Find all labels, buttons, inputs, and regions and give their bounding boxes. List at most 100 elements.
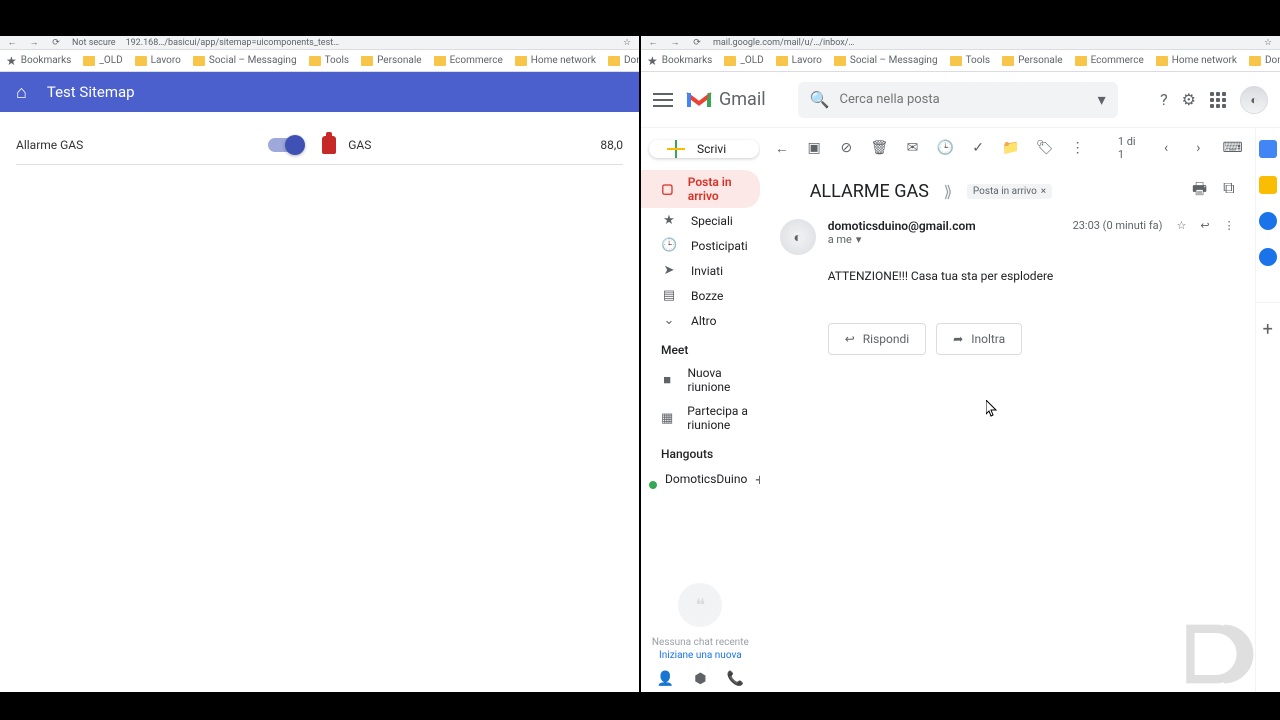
more-icon[interactable]: ⋮ <box>1224 219 1235 232</box>
contacts-icon[interactable] <box>1259 248 1277 266</box>
forward-icon[interactable]: → <box>669 37 681 49</box>
sidebar-item-inbox[interactable]: ▢Posta in arrivo <box>641 170 760 208</box>
unread-icon[interactable]: ✉ <box>904 140 920 156</box>
sidebar-item-snoozed[interactable]: 🕒Posticipati <box>641 233 760 258</box>
support-icon[interactable]: ? <box>1160 90 1168 109</box>
sidebar-item-more[interactable]: ⌄Altro <box>641 308 760 333</box>
forward-icon: ➦ <box>953 332 963 346</box>
print-icon[interactable]: 🖶 <box>1192 178 1207 205</box>
bookmark-folder[interactable]: Domoticsduino <box>608 55 641 66</box>
chat-placeholder-icon: ❝ <box>678 583 722 627</box>
important-marker-icon[interactable]: ⟫ <box>939 182 957 201</box>
archive-icon[interactable]: ▣ <box>806 140 822 156</box>
star-icon[interactable]: ☆ <box>1262 37 1274 49</box>
sender-row: ◐ domoticsduino@gmail.com a me▾ 23:03 (0… <box>760 213 1255 261</box>
search-input[interactable] <box>840 92 1088 107</box>
back-icon[interactable]: ← <box>774 140 790 157</box>
spam-icon[interactable]: ⊘ <box>838 140 854 156</box>
gmail-brand-text: Gmail <box>719 89 766 110</box>
bookmark-folder[interactable]: Lavoro <box>776 55 822 66</box>
bookmarks-root[interactable]: ★Bookmarks <box>647 54 712 68</box>
person-icon[interactable]: 👤 <box>657 671 674 687</box>
open-new-window-icon[interactable]: ⧉ <box>1223 178 1234 205</box>
search-icon[interactable]: 🔍 <box>810 90 830 109</box>
prev-icon[interactable]: ‹ <box>1158 140 1174 156</box>
draft-icon: ▤ <box>661 288 677 303</box>
move-icon[interactable]: 📁 <box>1002 140 1019 156</box>
alarm-toggle[interactable] <box>268 138 302 152</box>
chevron-down-icon[interactable]: ▾ <box>856 233 862 246</box>
bookmark-folder[interactable]: Tools <box>309 55 349 66</box>
sidebar-item-join-meeting[interactable]: ▦Partecipa a riunione <box>641 399 760 437</box>
address-bar-right[interactable]: mail.google.com/mail/u/…/inbox/… <box>713 38 1252 48</box>
forward-button[interactable]: ➦Inoltra <box>936 323 1022 355</box>
label-icon[interactable]: 🏷 <box>1036 140 1054 156</box>
side-panel: + <box>1255 128 1280 692</box>
keep-icon[interactable] <box>1259 176 1277 194</box>
sidebar-footer: 👤 ⬢ 📞 <box>641 661 760 692</box>
forward-icon[interactable]: → <box>28 37 40 49</box>
hangout-user-row[interactable]: DomoticsDuino + <box>641 465 760 493</box>
reload-icon[interactable]: ⟳ <box>691 37 703 49</box>
gear-icon[interactable]: ⚙ <box>1182 90 1196 109</box>
sidebar-item-drafts[interactable]: ▤Bozze <box>641 283 760 308</box>
account-avatar[interactable]: ◐ <box>1240 86 1268 114</box>
search-options-icon[interactable]: ▾ <box>1098 90 1106 109</box>
sender-avatar[interactable]: ◐ <box>780 219 816 255</box>
next-icon[interactable]: › <box>1190 140 1206 156</box>
star-icon[interactable]: ☆ <box>621 37 633 49</box>
star-message-icon[interactable]: ☆ <box>1176 219 1186 232</box>
hangout-user-name: DomoticsDuino <box>665 472 747 486</box>
bookmark-folder[interactable]: Personale <box>1002 55 1063 66</box>
more-icon[interactable]: ⋮ <box>1070 140 1086 156</box>
bookmark-folder[interactable]: Lavoro <box>135 55 181 66</box>
phone-icon[interactable]: 📞 <box>726 671 743 687</box>
bookmark-folder[interactable]: Domoticsduino <box>1249 55 1280 66</box>
bookmark-folder[interactable]: Personale <box>361 55 422 66</box>
message-body: ATTENZIONE!!! Casa tua sta per esplodere <box>760 261 1255 303</box>
compose-button[interactable]: Scrivi <box>649 140 759 158</box>
back-icon[interactable]: ← <box>647 37 659 49</box>
label-chip[interactable]: Posta in arrivo× <box>967 184 1052 199</box>
sidebar-item-sent[interactable]: ➤Inviati <box>641 258 760 283</box>
sender-email[interactable]: domoticsduino@gmail.com <box>828 219 1061 233</box>
bookmark-folder[interactable]: _OLD <box>724 55 763 66</box>
apps-grid-icon[interactable] <box>1210 92 1226 108</box>
tasks-icon[interactable] <box>1259 212 1277 230</box>
input-tools-icon[interactable]: ⌨ <box>1223 140 1241 156</box>
menu-icon[interactable] <box>653 93 673 107</box>
gas-cylinder-icon <box>322 136 336 154</box>
reply-button[interactable]: ↩Rispondi <box>828 323 926 355</box>
start-chat-link[interactable]: Iniziane una nuova <box>651 650 750 661</box>
bookmark-folder[interactable]: Home network <box>515 55 596 66</box>
reply-icon[interactable]: ↩ <box>1200 219 1209 232</box>
bookmarks-root[interactable]: ★Bookmarks <box>6 54 71 68</box>
bookmark-folder[interactable]: Home network <box>1156 55 1237 66</box>
bookmark-folder[interactable]: Tools <box>950 55 990 66</box>
bookmark-folder[interactable]: _OLD <box>83 55 122 66</box>
back-icon[interactable]: ← <box>6 37 18 49</box>
bookmark-folder[interactable]: Social – Messaging <box>834 55 938 66</box>
calendar-icon[interactable] <box>1259 140 1277 158</box>
task-icon[interactable]: ✓ <box>970 140 986 156</box>
hangouts-section-label: Hangouts <box>641 437 760 465</box>
sidebar-item-new-meeting[interactable]: ■Nuova riunione <box>641 361 760 399</box>
snooze-icon[interactable]: 🕒 <box>937 140 954 156</box>
hangout-bubble-icon[interactable]: ⬢ <box>694 671 706 687</box>
addons-plus-icon[interactable]: + <box>1256 302 1280 340</box>
delete-icon[interactable]: 🗑 <box>871 140 889 156</box>
message-toolbar: ← ▣ ⊘ 🗑 ✉ 🕒 ✓ 📁 🏷 ⋮ 1 di 1 ‹ › ⌨ <box>760 128 1255 168</box>
reload-icon[interactable]: ⟳ <box>50 37 62 49</box>
alarm-label: Allarme GAS <box>16 138 268 152</box>
search-box[interactable]: 🔍 ▾ <box>798 82 1118 118</box>
home-icon[interactable]: ⌂ <box>16 82 27 103</box>
recipient-line[interactable]: a me▾ <box>828 233 1061 246</box>
address-bar-left[interactable]: 192.168…/basicui/app/sitemap=uicomponent… <box>126 38 611 48</box>
gmail-logo[interactable]: Gmail <box>685 89 766 110</box>
gmail-header: Gmail 🔍 ▾ ? ⚙ ◐ <box>641 72 1280 128</box>
bookmark-folder[interactable]: Social – Messaging <box>193 55 297 66</box>
bookmark-folder[interactable]: Ecommerce <box>434 55 503 66</box>
bookmark-folder[interactable]: Ecommerce <box>1075 55 1144 66</box>
label-remove-icon[interactable]: × <box>1041 186 1046 197</box>
sidebar-item-starred[interactable]: ★Speciali <box>641 208 760 233</box>
